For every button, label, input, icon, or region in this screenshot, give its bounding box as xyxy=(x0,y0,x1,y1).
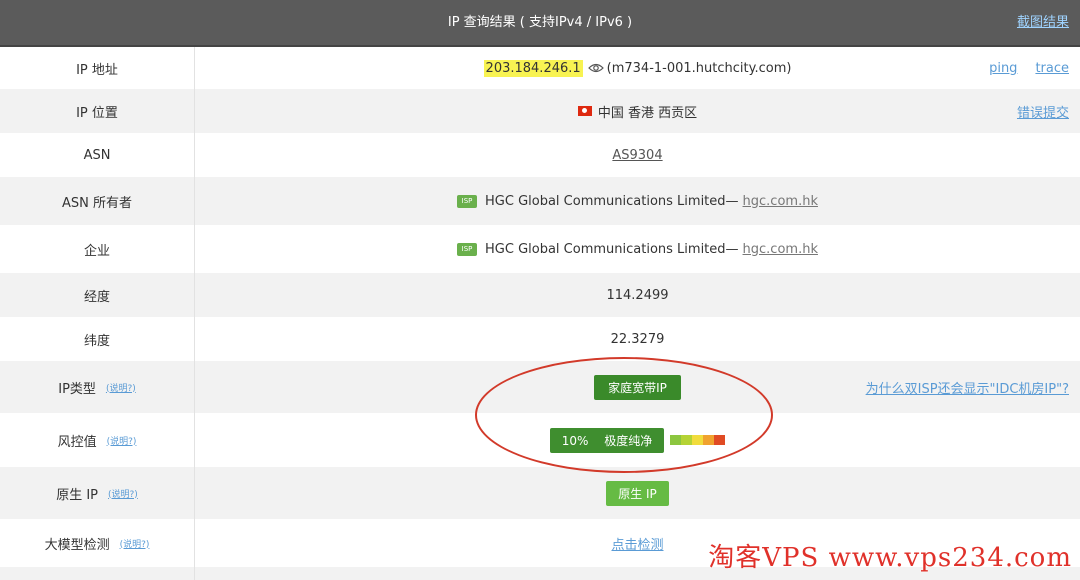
click-detect-link[interactable]: 点击检测 xyxy=(611,534,663,553)
result-title: IP 查询结果 ( 支持IPv4 / IPv6 ) xyxy=(447,15,633,30)
risk-level-text: 极度纯净 xyxy=(604,433,653,448)
ip-type-label-text: IP类型 xyxy=(58,381,96,397)
label-llm-detection: 大模型检测 (说明?) xyxy=(0,519,195,567)
row-ip-location: IP 位置 中国 香港 西贡区 错误提交 xyxy=(0,89,1080,133)
label-ip-location: IP 位置 xyxy=(0,89,195,133)
result-header: IP 查询结果 ( 支持IPv4 / IPv6 ) 截图结果 xyxy=(0,0,1080,47)
risk-gradient-bar xyxy=(670,435,726,445)
row-asn: ASN AS9304 xyxy=(0,133,1080,177)
label-company: 企业 xyxy=(0,225,195,273)
native-ip-label-text: 原生 IP xyxy=(56,487,98,503)
native-ip-value: 原生 IP xyxy=(195,467,1080,519)
label-ip-address: IP 地址 xyxy=(0,47,195,89)
llm-help-link[interactable]: (说明?) xyxy=(120,537,150,550)
company-domain-link[interactable]: hgc.com.hk xyxy=(743,242,818,257)
row-latitude: 纬度 22.3279 xyxy=(0,317,1080,361)
label-partial xyxy=(0,567,195,580)
isp-badge: ISP xyxy=(457,194,478,208)
row-longitude: 经度 114.2499 xyxy=(0,273,1080,317)
screenshot-result-link[interactable]: 截图结果 xyxy=(1017,11,1069,30)
asn-owner-domain-link[interactable]: hgc.com.hk xyxy=(743,194,818,209)
row-native-ip: 原生 IP (说明?) 原生 IP xyxy=(0,467,1080,519)
llm-label-text: 大模型检测 xyxy=(44,537,110,553)
risk-help-link[interactable]: (说明?) xyxy=(107,434,137,447)
risk-label-text: 风控值 xyxy=(57,434,97,450)
label-ip-type: IP类型 (说明?) xyxy=(0,361,195,413)
native-ip-help-link[interactable]: (说明?) xyxy=(108,487,138,500)
hong-kong-flag-icon xyxy=(577,106,592,116)
label-asn: ASN xyxy=(0,133,195,177)
ip-type-help-link[interactable]: (说明?) xyxy=(106,381,136,394)
longitude-value: 114.2499 xyxy=(606,287,669,303)
isp-badge: ISP xyxy=(457,242,478,256)
risk-bar-segment xyxy=(670,435,682,445)
ip-address-value: 203.184.246.1 (m734-1-001.hutchcity.com) xyxy=(195,47,1080,89)
dual-isp-explain-link[interactable]: 为什么双ISP还会显示"IDC机房IP"? xyxy=(866,361,1069,413)
ip-type-badge: 家庭宽带IP xyxy=(594,374,681,400)
row-risk-score: 风控值 (说明?) 10% 极度纯净 xyxy=(0,413,1080,467)
risk-bar-segment xyxy=(714,435,726,445)
report-error-link[interactable]: 错误提交 xyxy=(1017,89,1069,133)
row-company: 企业 ISP HGC Global Communications Limited… xyxy=(0,225,1080,273)
label-native-ip: 原生 IP (说明?) xyxy=(0,467,195,519)
label-longitude: 经度 xyxy=(0,273,195,317)
hostname-text: (m734-1-001.hutchcity.com) xyxy=(606,60,792,76)
row-ip-type: IP类型 (说明?) 家庭宽带IP 为什么双ISP还会显示"IDC机房IP"? xyxy=(0,361,1080,413)
asn-value: AS9304 xyxy=(195,133,1080,177)
asn-owner-value: ISP HGC Global Communications Limited— h… xyxy=(195,177,1080,225)
risk-score-value: 10% 极度纯净 xyxy=(195,413,1080,467)
ip-location-value: 中国 香港 西贡区 xyxy=(195,89,1080,133)
label-asn-owner: ASN 所有者 xyxy=(0,177,195,225)
risk-bar-segment xyxy=(703,435,715,445)
label-risk-score: 风控值 (说明?) xyxy=(0,413,195,467)
trace-link[interactable]: trace xyxy=(1035,61,1069,76)
risk-percent: 10% xyxy=(561,433,589,448)
asn-owner-name: HGC Global Communications Limited— xyxy=(485,193,739,209)
ip-address-text: 203.184.246.1 xyxy=(483,59,583,77)
location-text: 中国 香港 西贡区 xyxy=(597,105,698,121)
row-asn-owner: ASN 所有者 ISP HGC Global Communications Li… xyxy=(0,177,1080,225)
company-value: ISP HGC Global Communications Limited— h… xyxy=(195,225,1080,273)
watermark-text: 淘客VPS www.vps234.com xyxy=(708,543,1072,573)
latitude-value: 22.3279 xyxy=(610,331,665,347)
ping-trace-group: ping trace xyxy=(989,47,1069,89)
native-ip-badge: 原生 IP xyxy=(606,480,669,506)
asn-link[interactable]: AS9304 xyxy=(612,148,662,163)
risk-score-badge: 10% 极度纯净 xyxy=(549,427,665,453)
row-ip-address: IP 地址 203.184.246.1 (m734-1-001.hutchcit… xyxy=(0,47,1080,89)
risk-bar-segment xyxy=(692,435,704,445)
ping-link[interactable]: ping xyxy=(989,61,1017,76)
company-name: HGC Global Communications Limited— xyxy=(485,241,739,257)
eye-icon[interactable] xyxy=(587,62,604,74)
risk-bar-segment xyxy=(681,435,693,445)
label-latitude: 纬度 xyxy=(0,317,195,361)
